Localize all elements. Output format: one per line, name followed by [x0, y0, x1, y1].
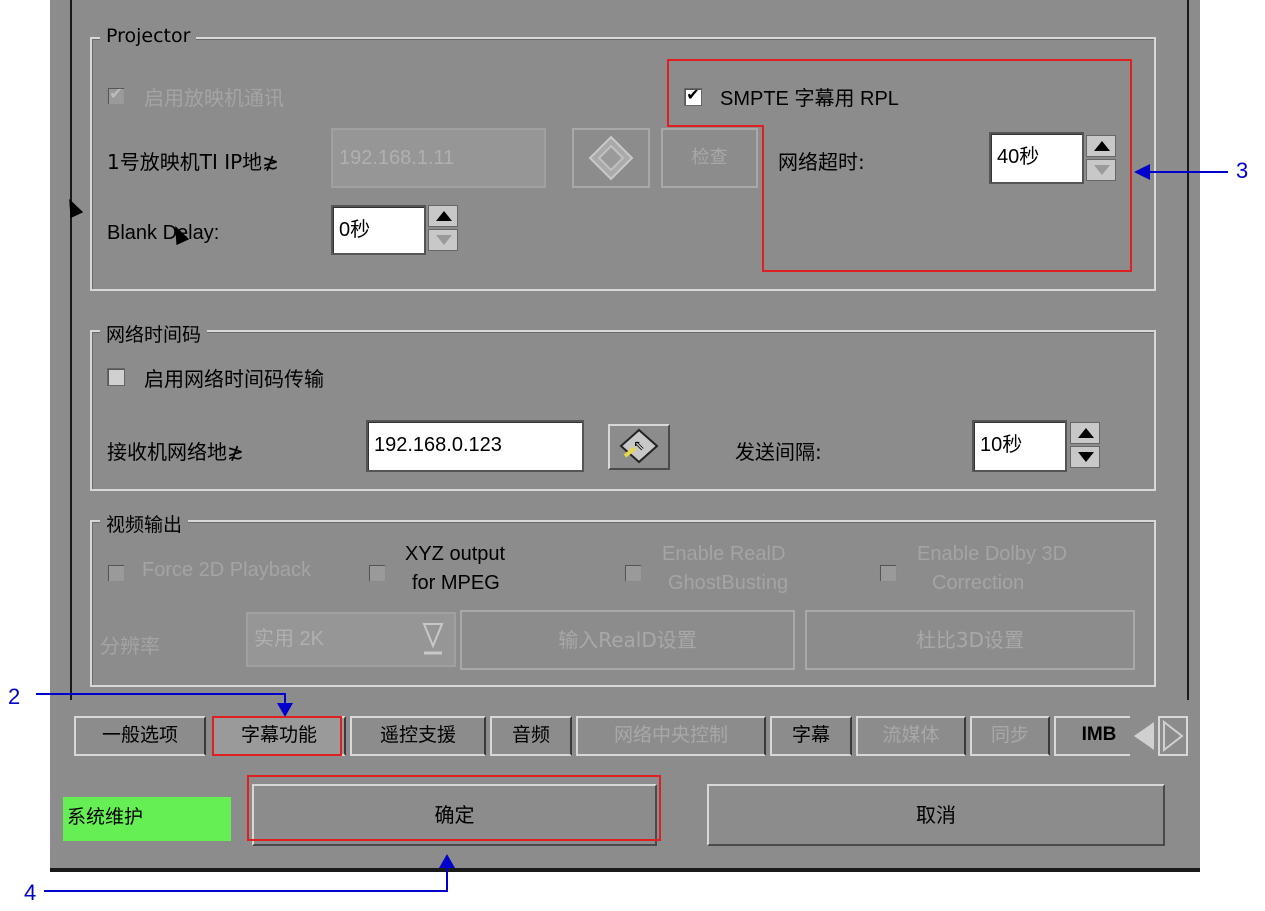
tab-scroll-right-icon[interactable] [1158, 716, 1188, 756]
tab-scroll-left-icon[interactable] [1130, 716, 1158, 756]
callout-3-arrow-icon [1134, 164, 1150, 180]
reald-label-1: Enable RealD [662, 543, 786, 565]
callout-4-vertical [446, 866, 448, 892]
network-select-icon: ⇖ [619, 428, 659, 464]
spinner-up-icon[interactable] [1070, 422, 1100, 444]
highlight-box-smpte-join [667, 125, 764, 127]
tab-streaming[interactable]: 流媒体 [856, 716, 966, 756]
receiver-address-input[interactable]: 192.168.0.123 [366, 420, 584, 472]
enable-timecode-label: 启用网络时间码传输 [144, 367, 324, 391]
svg-text:⇖: ⇖ [633, 438, 645, 454]
blank-delay-label: Blank Delay: [107, 222, 220, 244]
xyz-output-checkbox[interactable] [368, 564, 386, 582]
projector-ip-input[interactable]: 192.168.1.11 [331, 128, 546, 188]
tab-audio[interactable]: 音频 [490, 716, 572, 756]
highlight-box-ok [247, 775, 661, 841]
callout-4-label: 4 [24, 880, 37, 905]
check-button[interactable]: 检查 [661, 128, 758, 188]
reald-settings-button[interactable]: 输入RealD设置 [460, 610, 795, 670]
callout-2-line [36, 693, 286, 695]
timecode-group-title: 网络时间码 [100, 320, 208, 347]
projector-group-title: Projector [100, 25, 197, 47]
xyz-output-label-2: for MPEG [412, 572, 500, 594]
blank-delay-input[interactable]: 0秒 [331, 205, 426, 255]
tab-remote-support[interactable]: 遥控支援 [350, 716, 486, 756]
enable-timecode-checkbox[interactable] [107, 368, 125, 386]
force-2d-checkbox[interactable] [107, 564, 125, 582]
receiver-picker-button[interactable]: ⇖ [608, 424, 670, 470]
window-bottom-edge [50, 868, 1200, 872]
callout-4-line [44, 890, 448, 892]
reald-ghostbusting-checkbox[interactable] [624, 564, 642, 582]
chevron-down-icon[interactable] [422, 620, 444, 658]
dolby-label-2: Correction [932, 572, 1025, 594]
callout-3-label: 3 [1236, 158, 1249, 183]
spinner-down-icon[interactable] [1070, 446, 1100, 468]
tab-subtitles[interactable]: 字幕 [770, 716, 852, 756]
callout-2-arrow-icon [277, 703, 293, 717]
xyz-output-label-1: XYZ output [405, 543, 506, 565]
dolby-3d-checkbox[interactable] [879, 564, 897, 582]
resolution-label: 分辨率 [100, 634, 160, 658]
force-2d-label: Force 2D Playback [142, 559, 311, 581]
network-select-icon [588, 135, 634, 181]
dolby-label-1: Enable Dolby 3D [917, 543, 1068, 565]
spinner-up-icon[interactable] [428, 205, 458, 227]
enable-comm-label: 启用放映机通讯 [144, 86, 284, 110]
dolby-settings-button[interactable]: 杜比3D设置 [805, 610, 1135, 670]
highlight-box-smpte-main [667, 59, 1132, 127]
tab-network-central-control[interactable]: 网络中央控制 [576, 716, 766, 756]
spinner-down-icon[interactable] [428, 229, 458, 251]
highlight-box-tab [212, 716, 342, 756]
highlight-box-smpte-lower [762, 125, 1132, 272]
receiver-address-label: 接收机网络地≵ [107, 440, 244, 464]
reald-label-2: GhostBusting [668, 572, 789, 594]
callout-2-label: 2 [8, 684, 21, 709]
callout-4-arrow-icon [439, 854, 455, 868]
send-interval-label: 发送间隔: [735, 440, 822, 464]
status-badge: 系统维护 [63, 797, 231, 841]
callout-3-line [1148, 171, 1228, 173]
enable-comm-checkbox[interactable]: ✔ [107, 84, 125, 105]
tab-general[interactable]: 一般选项 [74, 716, 206, 756]
send-interval-input[interactable]: 10秒 [972, 420, 1067, 472]
projector-ip-label: 1号放映机TI IP地≵ [107, 150, 279, 174]
tab-sync[interactable]: 同步 [970, 716, 1050, 756]
video-output-group-title: 视频输出 [100, 510, 189, 537]
ip-picker-button[interactable] [572, 128, 650, 188]
cancel-button[interactable]: 取消 [707, 784, 1165, 846]
